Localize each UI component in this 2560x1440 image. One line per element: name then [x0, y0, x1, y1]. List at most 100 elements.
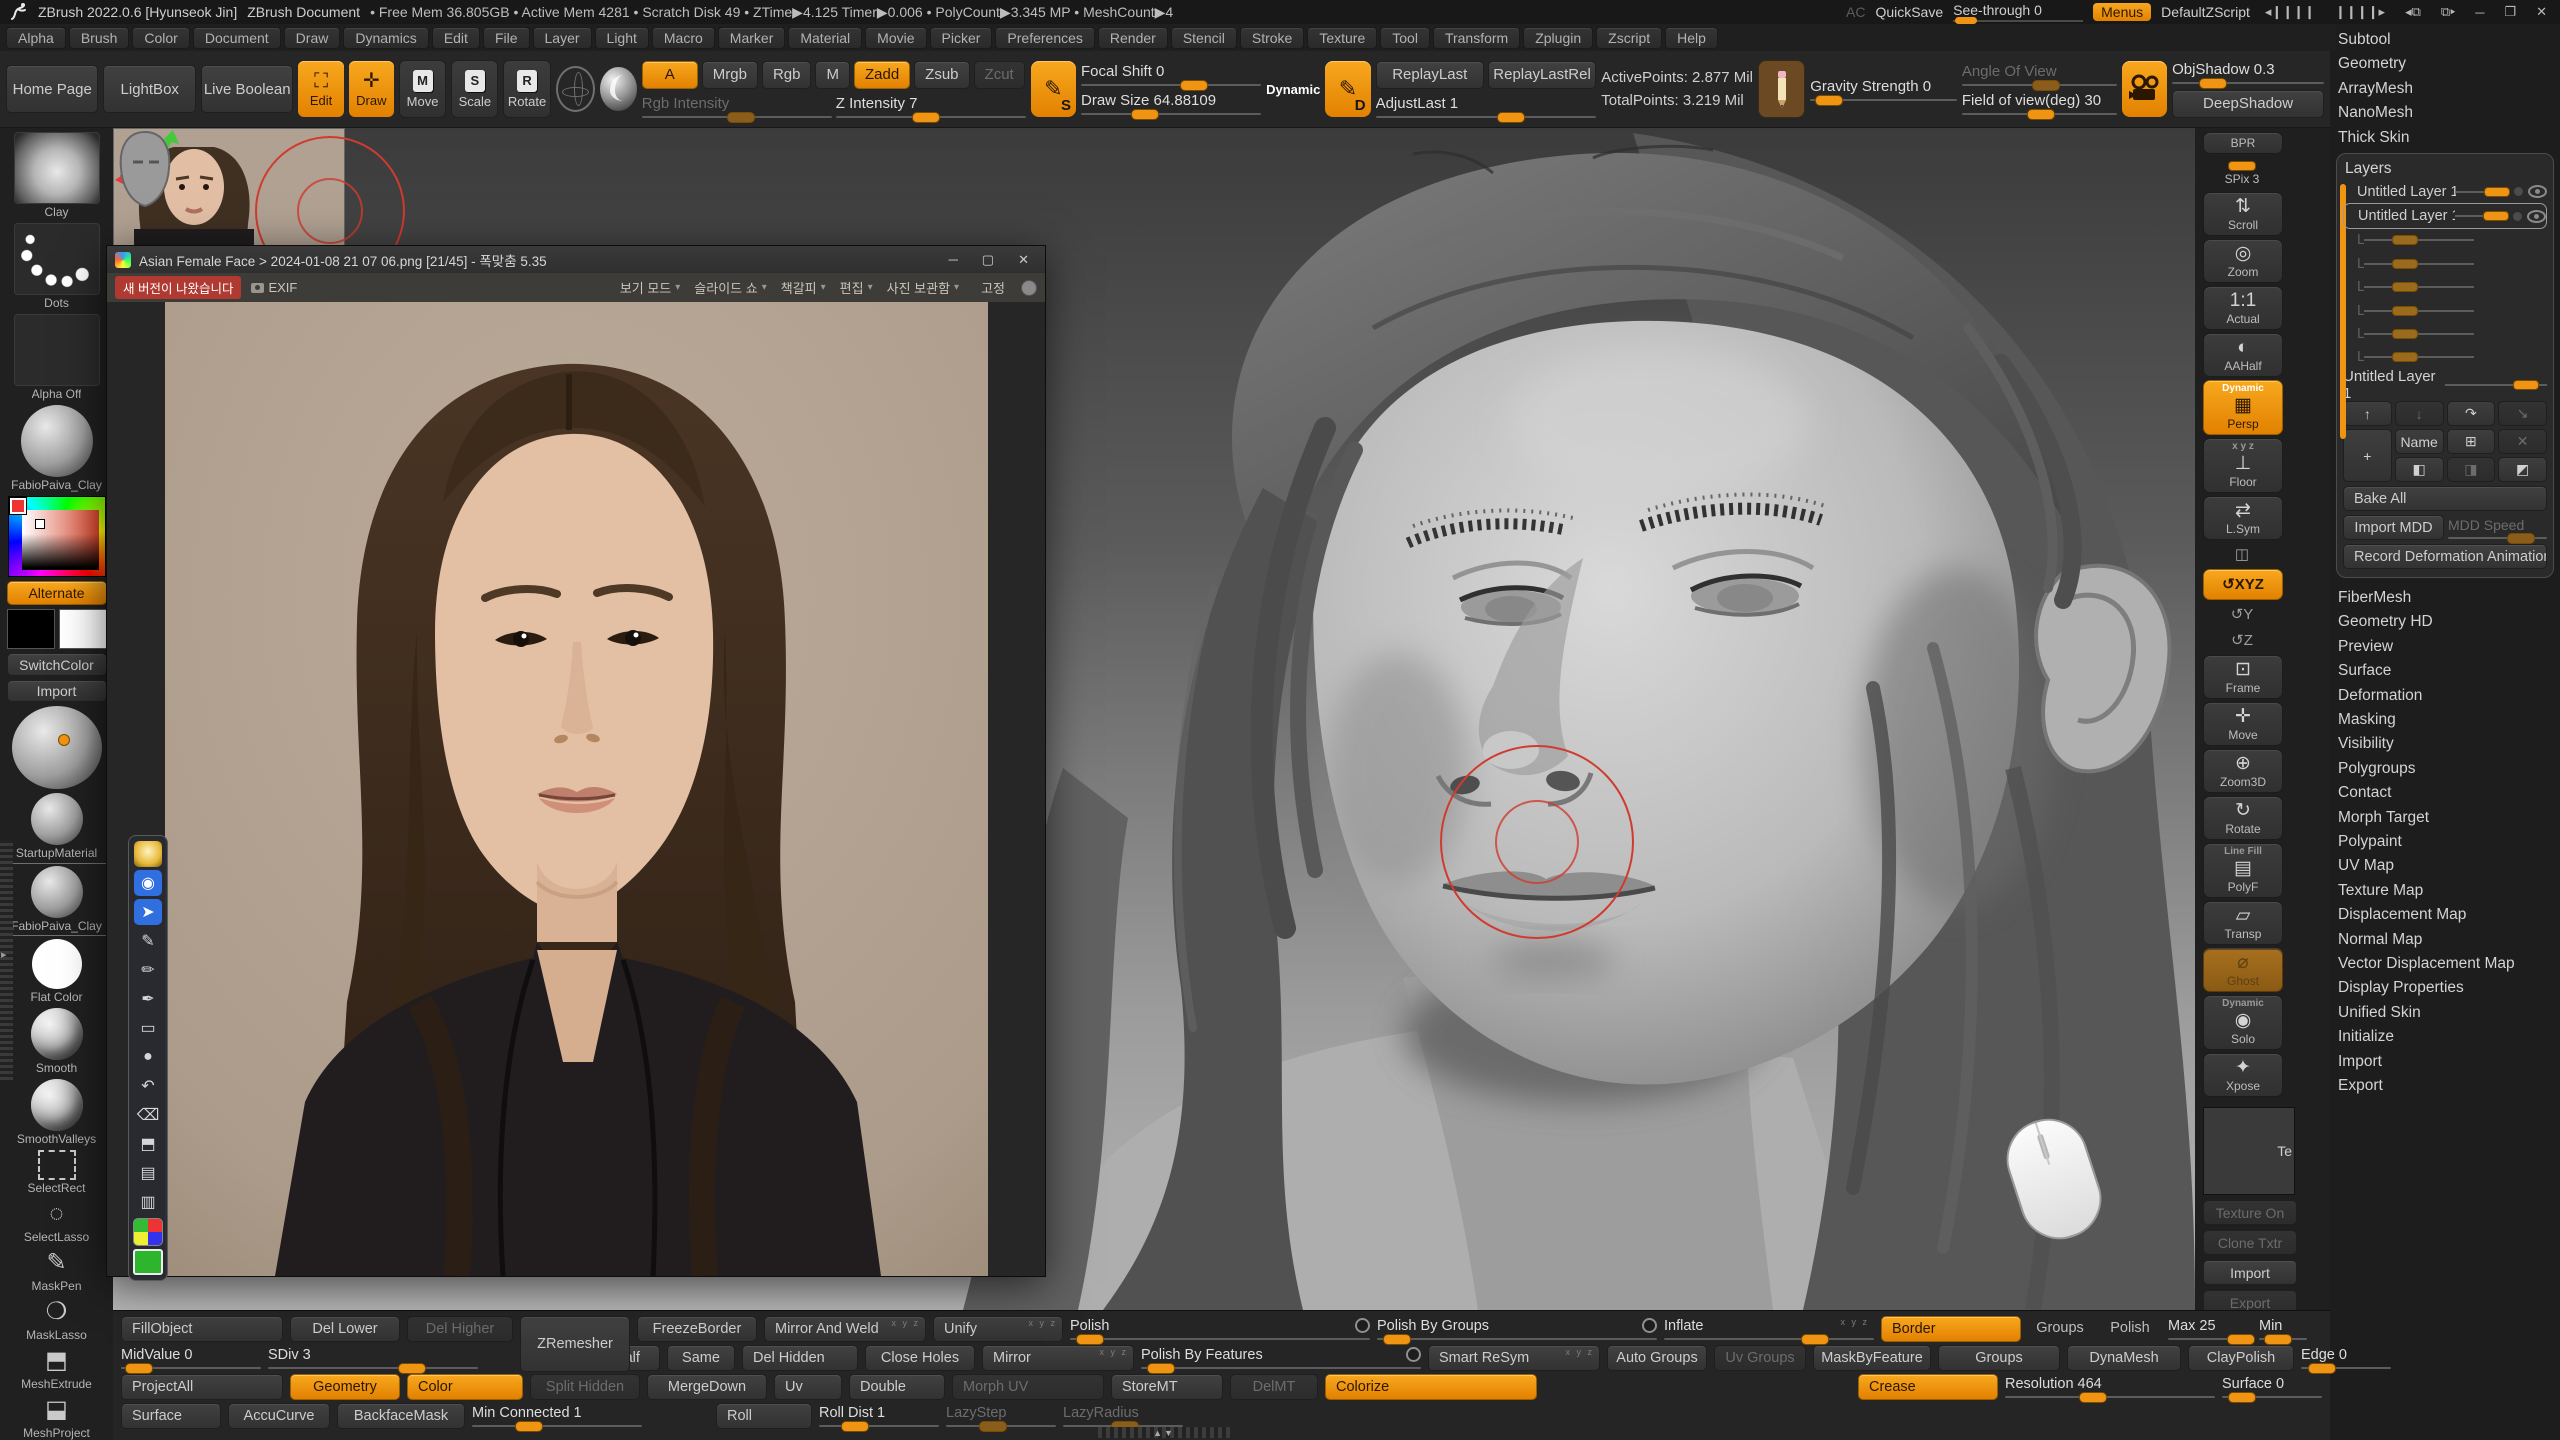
rotate-z-button[interactable]: ↺Z [2203, 629, 2281, 652]
mask-by-feature-button[interactable]: MaskByFeature [1813, 1345, 1931, 1371]
clipboard-icon[interactable]: ▥ [134, 1189, 162, 1215]
layer-row[interactable]: Untitled Layer 1 [2343, 180, 2547, 203]
mask-lasso-tool[interactable]: ❍MaskLasso [5, 1297, 109, 1342]
palette-section[interactable]: Polygroups [2338, 757, 2554, 781]
menu-item[interactable]: Stroke [1240, 27, 1304, 49]
menu-item[interactable]: Alpha [6, 27, 66, 49]
ghost-button[interactable]: ⌀ Ghost [2203, 948, 2283, 992]
import-texture-button[interactable]: Import [2203, 1260, 2297, 1285]
accu-curve-button[interactable]: AccuCurve [228, 1403, 330, 1429]
gravity-strength-slider[interactable]: Gravity Strength 0 [1810, 78, 1957, 101]
menu-item[interactable]: Tool [1380, 27, 1430, 49]
merge-down-button[interactable]: MergeDown [647, 1374, 767, 1400]
layer-row[interactable]: Untitled Layer 1 [2343, 203, 2547, 228]
eraser-icon[interactable]: ▭ [134, 1015, 162, 1041]
menu-item[interactable]: Stencil [1171, 27, 1237, 49]
color-swatch[interactable] [133, 1249, 163, 1275]
palette-section[interactable]: NanoMesh [2338, 101, 2554, 125]
zoom3d-button[interactable]: ⊕ Zoom3D [2203, 749, 2283, 793]
live-boolean-button[interactable]: Live Boolean [201, 65, 293, 113]
divider-drag-handle[interactable]: ▲▼ [1098, 1427, 1230, 1438]
layer-intensity-slider[interactable] [2455, 215, 2509, 217]
layer-row[interactable]: Layer [2343, 322, 2547, 345]
alpha-channel-badge[interactable]: A [642, 61, 698, 89]
timeline-scrub-right-icon[interactable]: ❙❙❙❙▸ [2330, 4, 2390, 20]
palette-section[interactable]: Normal Map [2338, 928, 2554, 952]
draw-size-icon[interactable]: ✎S [1031, 61, 1076, 117]
layer-duplicate-button[interactable]: ⊞ [2447, 429, 2496, 454]
menu-item[interactable]: Render [1098, 27, 1168, 49]
min-slider[interactable]: Min [2259, 1316, 2307, 1341]
screen-icon[interactable]: ⬒ [134, 1131, 162, 1157]
del-mt-button[interactable]: DelMT [1230, 1374, 1318, 1400]
palette-section[interactable]: FiberMesh [2338, 586, 2554, 610]
palette-section[interactable]: Surface [2338, 659, 2554, 683]
palette-section[interactable]: Geometry [2338, 52, 2554, 76]
eye-icon[interactable] [2527, 210, 2546, 223]
viewer-menu[interactable]: 슬라이드 쇼▾ [688, 278, 772, 297]
see-through-slider[interactable]: See-through 0 [1953, 2, 2083, 22]
aahalf-button[interactable]: ◐ AAHalf [2203, 333, 2283, 377]
move-button[interactable]: MMove [399, 60, 446, 118]
layer-intensity-slider[interactable] [2364, 310, 2474, 312]
spix-slider[interactable]: SPix 3 [2203, 157, 2281, 189]
color-button[interactable]: Color [407, 1374, 523, 1400]
mesh-extrude-tool[interactable]: ⬒MeshExtrude [5, 1346, 109, 1391]
zadd-button[interactable]: Zadd [854, 61, 910, 89]
geometry-button[interactable]: Geometry [290, 1374, 400, 1400]
replay-last-button[interactable]: ReplayLast [1376, 61, 1484, 89]
polyframe-button[interactable]: Line Fill ▤ PolyF [2203, 843, 2283, 898]
colorize-button[interactable]: Colorize [1325, 1374, 1537, 1400]
polish-groups-mode-dot[interactable] [1642, 1318, 1657, 1333]
resolution-slider[interactable]: Resolution 464 [2005, 1374, 2215, 1399]
menu-item[interactable]: Help [1665, 27, 1718, 49]
stroke-preview-icon[interactable] [556, 66, 595, 112]
move-button[interactable]: ✛ Move [2203, 702, 2283, 746]
menu-item[interactable]: Draw [284, 27, 341, 49]
scale-button[interactable]: SScale [451, 60, 498, 118]
layer-row[interactable]: Layer [2343, 346, 2547, 369]
menu-item[interactable]: Color [132, 27, 189, 49]
clay-polish-button[interactable]: ClayPolish [2188, 1345, 2294, 1371]
home-page-button[interactable]: Home Page [6, 65, 98, 113]
selected-layer-name[interactable]: Untitled Layer 1 [2343, 373, 2547, 397]
polish-by-features-slider[interactable]: Polish By Features [1141, 1345, 1421, 1370]
adjust-last-slider[interactable]: AdjustLast 1 [1376, 95, 1597, 118]
xpose-button[interactable]: ✦ Xpose [2203, 1053, 2283, 1097]
layer-invert-button[interactable]: ◩ [2498, 457, 2547, 482]
material-picker[interactable]: FabioPaiva_Clay [5, 405, 109, 492]
color-dot-icon[interactable]: ● [134, 1044, 162, 1070]
palette-section[interactable]: Geometry HD [2338, 610, 2554, 634]
startup-material-item[interactable]: StartupMaterial [5, 793, 109, 860]
palette-section[interactable]: Polypaint [2338, 830, 2554, 854]
restore-button[interactable]: ❐ [2499, 4, 2521, 20]
layers-panel-title[interactable]: Layers [2343, 158, 2547, 180]
menu-item[interactable]: Material [788, 27, 862, 49]
solo-button[interactable]: Dynamic ◉ Solo [2203, 995, 2283, 1050]
zremesher-button[interactable]: ZRemesher [520, 1316, 630, 1372]
morph-uv-button[interactable]: Morph UV [952, 1374, 1104, 1400]
edit-button[interactable]: ⛶Edit [298, 61, 343, 117]
zsub-button[interactable]: Zsub [914, 61, 969, 89]
select-lasso-tool[interactable]: ◌SelectLasso [5, 1199, 109, 1244]
close-holes-button[interactable]: Close Holes [865, 1345, 975, 1371]
polish-by-groups-slider[interactable]: Polish By Groups [1377, 1316, 1657, 1341]
exif-button[interactable]: EXIF [251, 280, 297, 295]
palette-section[interactable]: Contact [2338, 781, 2554, 805]
viewer-minimize-button[interactable]: ─ [941, 252, 966, 267]
rotate-y-button[interactable]: ↺Y [2203, 603, 2281, 626]
current-material-ball[interactable] [12, 706, 102, 789]
import-color-button[interactable]: Import [7, 680, 107, 702]
zoom-button[interactable]: ◎ Zoom [2203, 239, 2283, 283]
texture-preview[interactable]: Te [2203, 1107, 2295, 1195]
scroll-button[interactable]: ⇅ Scroll [2203, 192, 2283, 236]
layer-merge-button[interactable]: ◧ [2395, 457, 2444, 482]
lazy-radius-slider[interactable]: LazyRadius [1063, 1403, 1183, 1428]
mirror-and-weld-button[interactable]: Mirror And Weldx y z [764, 1316, 926, 1342]
alpha-picker[interactable]: Alpha Off [5, 314, 109, 401]
store-mt-button[interactable]: StoreMT [1111, 1374, 1223, 1400]
new-version-badge[interactable]: 새 버전이 나왔습니다 [115, 276, 241, 299]
zcut-button[interactable]: Zcut [974, 61, 1025, 89]
record-dot-icon[interactable] [2514, 187, 2523, 196]
panels-right-icon[interactable]: ⧉▸ [2436, 4, 2460, 20]
